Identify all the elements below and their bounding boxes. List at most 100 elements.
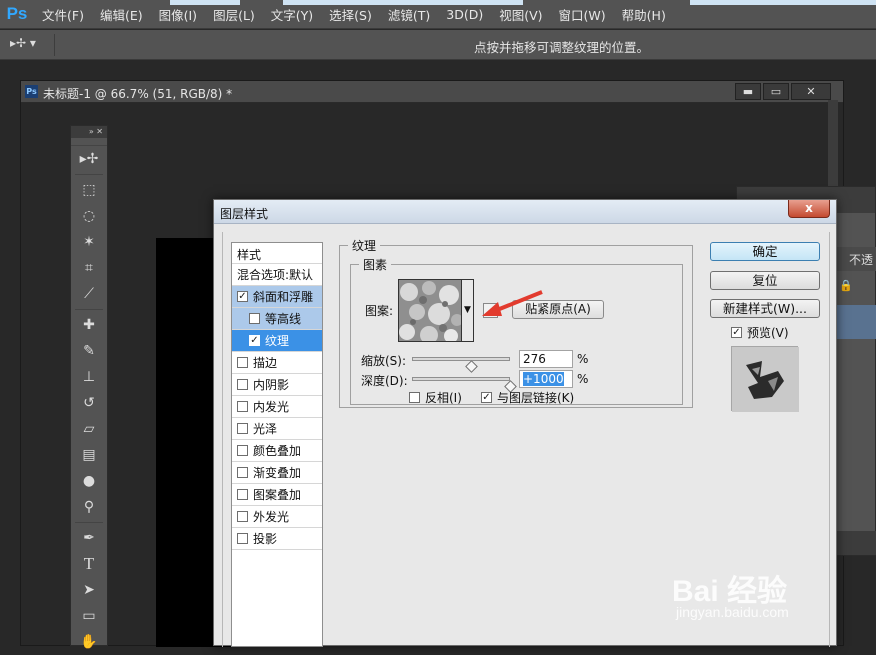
tools-panel: » ✕ ▸✢ ⬚ ◌ ✶ ⌗ ⟋ ✚ ✎ ⊥ ↺ ▱ ▤ ● ⚲ ✒ T ➤ ▭… — [70, 125, 108, 650]
depth-input[interactable]: +1000 — [519, 370, 573, 388]
preview-label: 预览(V) — [747, 326, 789, 340]
style-item[interactable]: 内发光 — [232, 396, 322, 418]
stamp-tool-icon[interactable]: ⊥ — [71, 364, 107, 390]
style-item-label: 颜色叠加 — [253, 444, 302, 458]
menu-type[interactable]: 文字(Y) — [263, 5, 321, 24]
menu-file[interactable]: 文件(F) — [34, 5, 92, 24]
history-brush-tool-icon[interactable]: ↺ — [71, 390, 107, 416]
pattern-picker[interactable] — [398, 279, 462, 342]
style-item-label: 斜面和浮雕 — [253, 290, 314, 304]
style-item[interactable]: 外发光 — [232, 506, 322, 528]
menu-help[interactable]: 帮助(H) — [614, 5, 674, 24]
tools-grip[interactable] — [71, 138, 107, 146]
path-selection-tool-icon[interactable]: ➤ — [71, 577, 107, 603]
marquee-tool-icon[interactable]: ⬚ — [71, 177, 107, 203]
options-bar: ▸✢ ▾ 点按并拖移可调整纹理的位置。 — [0, 30, 876, 60]
style-item-checkbox[interactable]: ✓ — [237, 291, 248, 302]
style-item-checkbox[interactable] — [237, 467, 248, 478]
move-tool-icon[interactable]: ▸✢ — [71, 146, 107, 172]
style-item[interactable]: 描边 — [232, 352, 322, 374]
eyedropper-tool-icon[interactable]: ⟋ — [71, 281, 107, 307]
invert-label: 反相(I) — [425, 391, 462, 405]
style-item-checkbox[interactable] — [237, 489, 248, 500]
document-titlebar[interactable]: Ps 未标题-1 @ 66.7% (51, RGB/8) * ▬ ▭ ✕ — [21, 81, 843, 103]
style-item-checkbox[interactable]: ✓ — [249, 335, 260, 346]
healing-brush-tool-icon[interactable]: ✚ — [71, 312, 107, 338]
link-with-layer-option[interactable]: ✓ 与图层链接(K) — [481, 389, 574, 406]
brush-tool-icon[interactable]: ✎ — [71, 338, 107, 364]
dialog-titlebar[interactable]: 图层样式 x — [214, 200, 836, 224]
menu-image[interactable]: 图像(I) — [151, 5, 205, 24]
tool-preset-picker[interactable]: ▸✢ ▾ — [10, 36, 50, 54]
new-style-button[interactable]: 新建样式(W)... — [710, 299, 820, 318]
close-button[interactable]: ✕ — [791, 83, 831, 100]
style-item[interactable]: 颜色叠加 — [232, 440, 322, 462]
watermark-url: jingyan.baidu.com — [676, 604, 789, 620]
tools-panel-header[interactable]: » ✕ — [71, 126, 107, 138]
style-item[interactable]: 等高线 — [232, 308, 322, 330]
pattern-dropdown-arrow[interactable]: ▼ — [462, 279, 474, 342]
preview-graphic — [732, 347, 799, 412]
window-edge — [283, 0, 523, 5]
menu-filter[interactable]: 滤镜(T) — [380, 5, 438, 24]
pattern-label: 图案: — [365, 304, 394, 318]
menu-window[interactable]: 窗口(W) — [551, 5, 614, 24]
style-item[interactable]: 投影 — [232, 528, 322, 550]
style-item-checkbox[interactable] — [237, 379, 248, 390]
style-item-checkbox[interactable] — [249, 313, 260, 324]
link-checkbox[interactable]: ✓ — [481, 392, 492, 403]
menu-view[interactable]: 视图(V) — [491, 5, 550, 24]
invert-checkbox[interactable] — [409, 392, 420, 403]
crop-tool-icon[interactable]: ⌗ — [71, 255, 107, 281]
divider — [75, 174, 103, 175]
elements-group: 图素 图案: ▼ 贴紧原点(A) 缩放(S): 276 % 深度(D): +10… — [350, 256, 683, 406]
menu-edit[interactable]: 编辑(E) — [92, 5, 151, 24]
blur-tool-icon[interactable]: ● — [71, 468, 107, 494]
scale-input[interactable]: 276 — [519, 350, 573, 368]
menu-3d[interactable]: 3D(D) — [438, 7, 491, 22]
style-item-checkbox[interactable] — [237, 511, 248, 522]
scale-slider-thumb[interactable] — [464, 360, 478, 373]
lock-icon[interactable]: 🔒 — [839, 279, 853, 292]
invert-option[interactable]: 反相(I) — [409, 389, 462, 406]
menu-select[interactable]: 选择(S) — [321, 5, 380, 24]
style-item[interactable]: ✓ 斜面和浮雕 — [232, 286, 322, 308]
style-item-checkbox[interactable] — [237, 357, 248, 368]
shape-tool-icon[interactable]: ▭ — [71, 603, 107, 629]
depth-percent: % — [577, 372, 589, 386]
dialog-close-button[interactable]: x — [788, 200, 830, 218]
scale-slider[interactable] — [412, 357, 510, 361]
style-item-checkbox[interactable] — [237, 445, 248, 456]
style-item[interactable]: ✓ 纹理 — [232, 330, 322, 352]
blend-options-item[interactable]: 混合选项:默认 — [232, 264, 322, 286]
minimize-button[interactable]: ▬ — [735, 83, 761, 100]
styles-header[interactable]: 样式 — [232, 243, 322, 264]
style-item-checkbox[interactable] — [237, 401, 248, 412]
style-item[interactable]: 渐变叠加 — [232, 462, 322, 484]
eraser-tool-icon[interactable]: ▱ — [71, 416, 107, 442]
pen-tool-icon[interactable]: ✒ — [71, 525, 107, 551]
type-tool-icon[interactable]: T — [71, 551, 107, 577]
hand-tool-icon[interactable]: ✋ — [71, 629, 107, 655]
ok-button[interactable]: 确定 — [710, 242, 820, 261]
lasso-tool-icon[interactable]: ◌ — [71, 203, 107, 229]
style-item[interactable]: 图案叠加 — [232, 484, 322, 506]
preview-option[interactable]: ✓ 预览(V) — [731, 324, 789, 341]
reset-button[interactable]: 复位 — [710, 271, 820, 290]
style-item[interactable]: 光泽 — [232, 418, 322, 440]
style-item-checkbox[interactable] — [237, 533, 248, 544]
divider — [75, 309, 103, 310]
dodge-tool-icon[interactable]: ⚲ — [71, 494, 107, 520]
magic-wand-tool-icon[interactable]: ✶ — [71, 229, 107, 255]
menu-layer[interactable]: 图层(L) — [205, 5, 263, 24]
depth-slider[interactable] — [412, 377, 510, 381]
style-item[interactable]: 内阴影 — [232, 374, 322, 396]
gradient-tool-icon[interactable]: ▤ — [71, 442, 107, 468]
style-item-checkbox[interactable] — [237, 423, 248, 434]
depth-value: +1000 — [523, 372, 564, 386]
maximize-button[interactable]: ▭ — [763, 83, 789, 100]
style-item-label: 外发光 — [253, 510, 290, 524]
style-item-label: 内发光 — [253, 400, 290, 414]
preview-checkbox[interactable]: ✓ — [731, 327, 742, 338]
dialog-title: 图层样式 — [220, 207, 269, 221]
